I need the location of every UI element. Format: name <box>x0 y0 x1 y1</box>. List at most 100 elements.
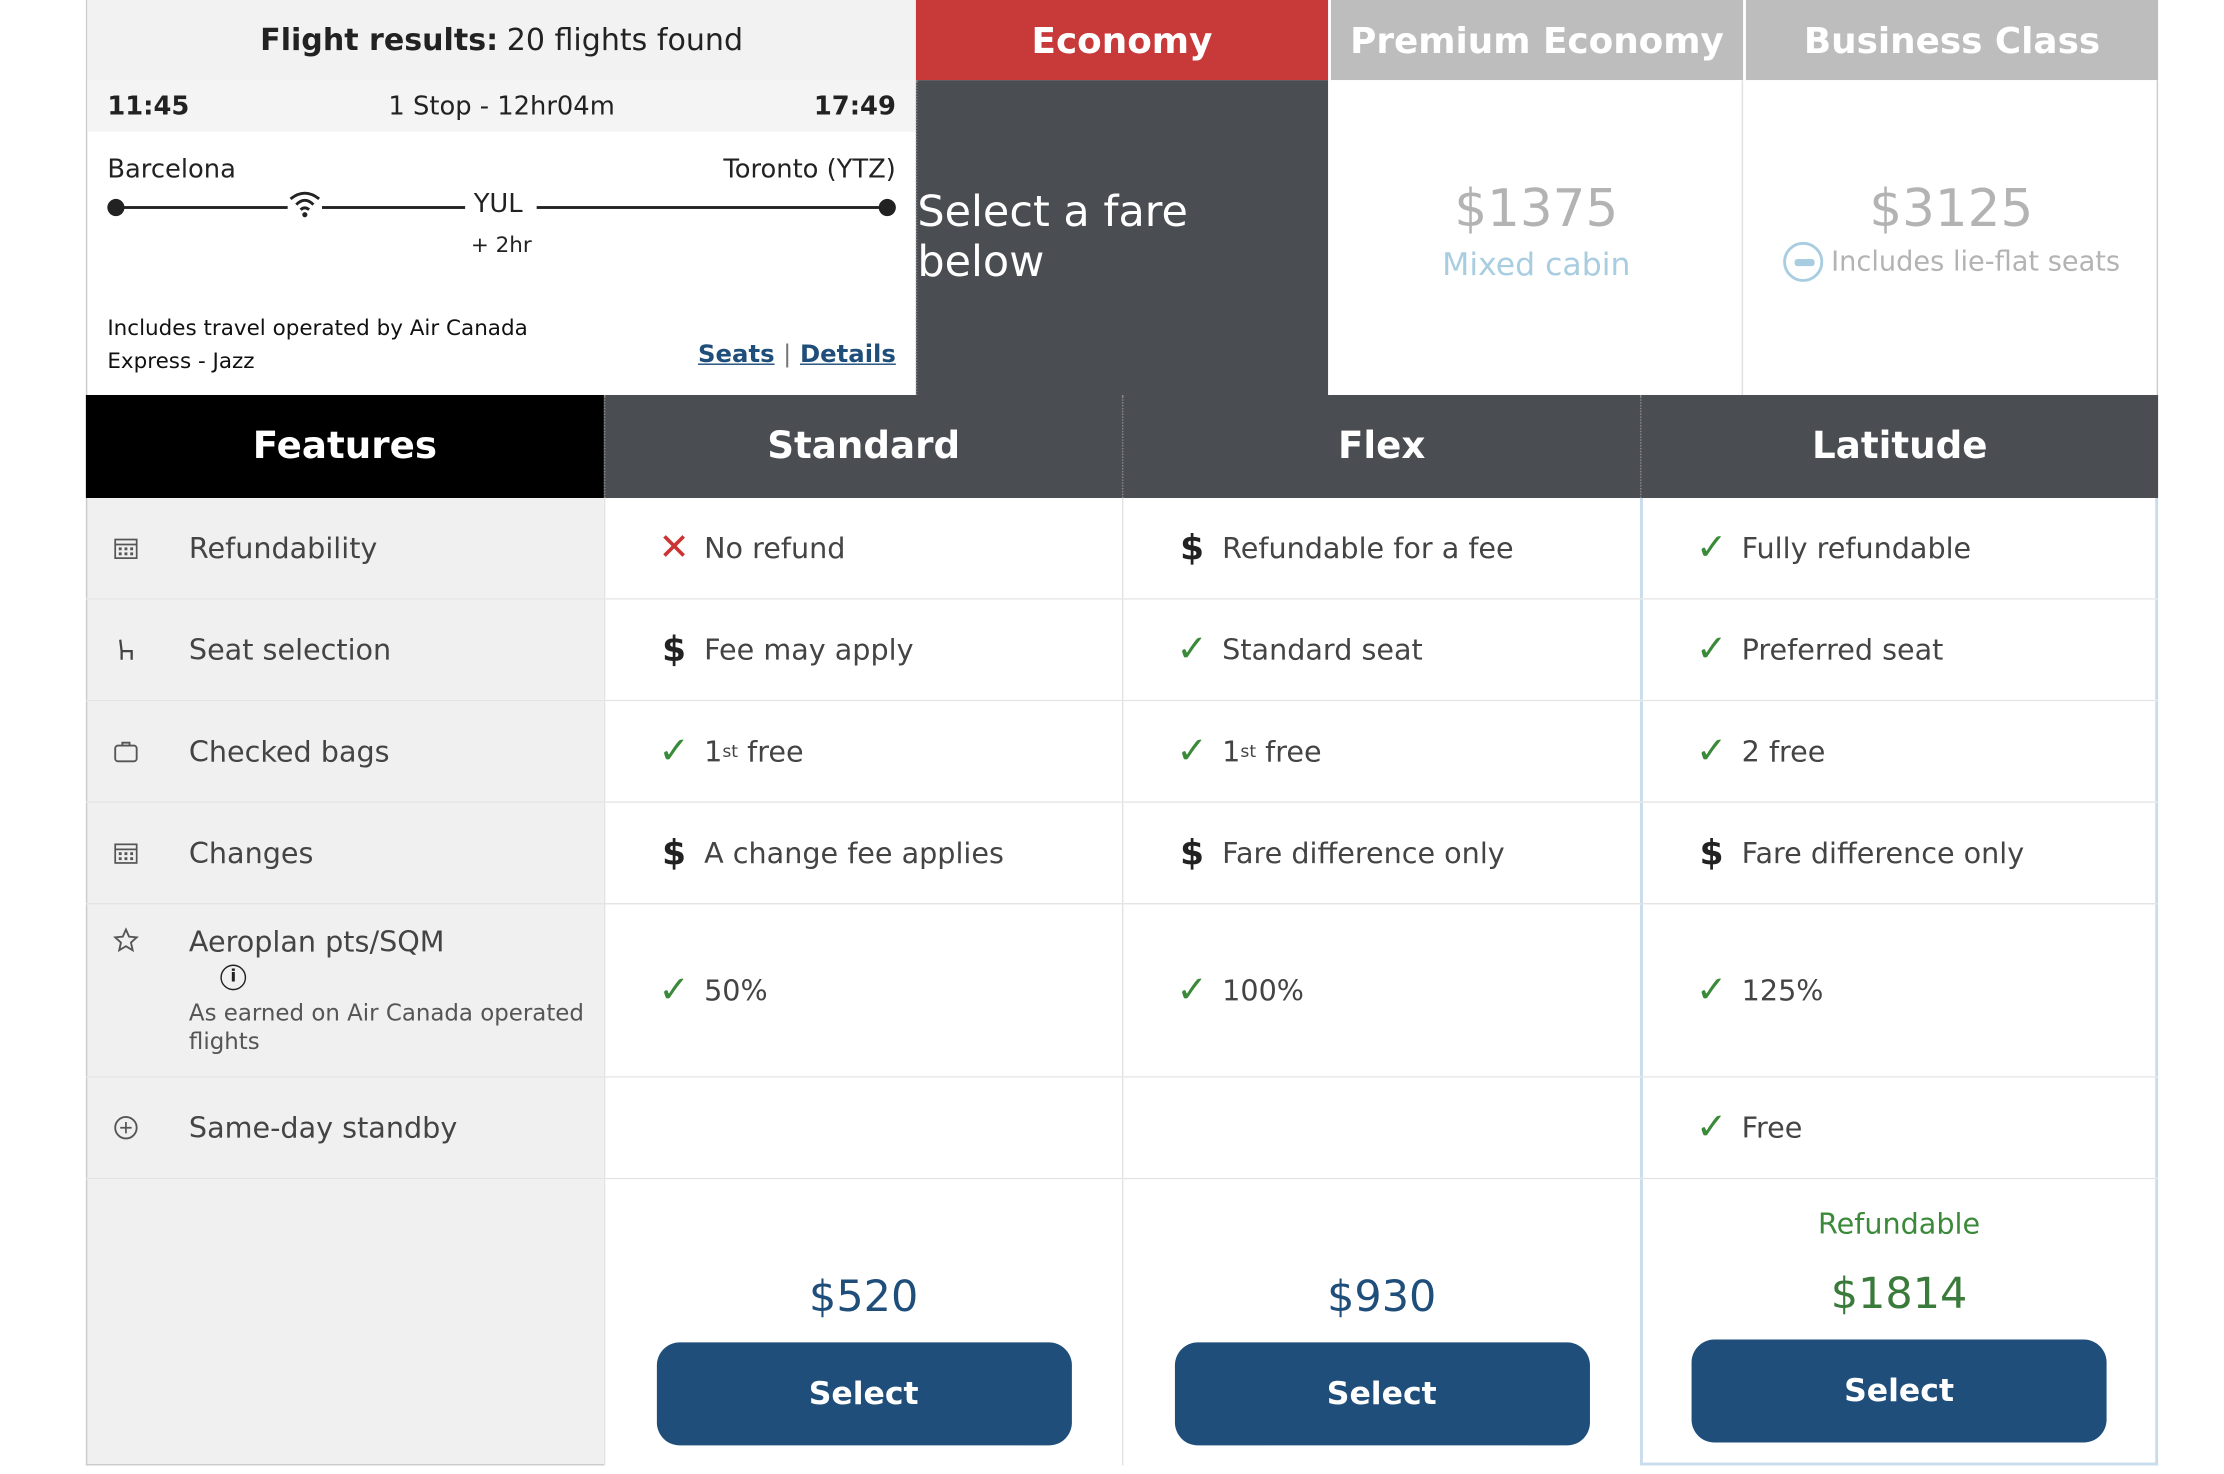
bag-icon <box>113 738 139 764</box>
cell-text: 1 <box>704 734 723 769</box>
results-label: Flight results: <box>260 22 499 58</box>
cell-text: Refundable for a fee <box>1222 530 1514 566</box>
flex-cell: ✓ Standard seat <box>1121 599 1641 700</box>
standard-cell: $ Fee may apply <box>603 599 1122 700</box>
header-latitude: Latitude <box>1640 394 2159 499</box>
feature-row: Aeroplan pts/SQM i As earned on Air Canada… <box>85 904 2159 1078</box>
standard-cell: ✓ 1st free <box>603 701 1122 802</box>
cell-text: 100% <box>1222 973 1305 1008</box>
cell-superscript: st <box>722 741 739 762</box>
feature-row: Refundability ✕ No refund $ Refundable for a… <box>85 498 2159 600</box>
header-standard: Standard <box>603 394 1122 499</box>
star-icon <box>113 927 139 953</box>
fare-table-body: Refundability ✕ No refund $ Refundable for a… <box>85 498 2159 1180</box>
check-icon: ✓ <box>1695 729 1728 773</box>
cell-text: Fully refundable <box>1741 530 1972 566</box>
standby-icon <box>113 1115 139 1141</box>
feature-row: Seat selection $ Fee may apply ✓ Standard se… <box>85 599 2159 702</box>
cell-text: Preferred seat <box>1741 632 1944 667</box>
cell-text-rest: free <box>1256 734 1322 769</box>
tab-business-class[interactable]: Business Class <box>1745 0 2159 81</box>
premium-economy-panel[interactable]: $1375 Mixed cabin <box>1330 80 1744 395</box>
connection-offset: + 2hr <box>470 231 532 258</box>
dollar-icon: $ <box>1180 528 1205 569</box>
operated-by: Includes travel operated by Air Canada E… <box>107 314 528 374</box>
feature-label-cell: Changes <box>85 802 604 904</box>
info-icon[interactable]: i <box>220 964 247 991</box>
standard-cell: ✓ 50% <box>603 904 1122 1077</box>
stops-duration: 1 Stop - 12hr04m <box>388 90 615 121</box>
latitude-price-cell: Refundable $1814 Select <box>1640 1179 2159 1466</box>
feature-row: Same-day standby ✓ Free <box>85 1077 2159 1180</box>
standard-price: $520 <box>809 1272 919 1323</box>
fare-selection-page: Flight results: 20 flights found 11:45 1… <box>0 0 2224 1474</box>
cell-text: 50% <box>704 973 768 1008</box>
latitude-refundable-tag: Refundable <box>1818 1206 1981 1241</box>
business-price: $3125 <box>1869 180 2034 239</box>
feature-row: Changes $ A change fee applies $ Fare differ… <box>85 802 2159 905</box>
latitude-cell: ✓ Preferred seat <box>1640 599 2159 700</box>
cross-icon: ✕ <box>658 526 690 570</box>
seats-link[interactable]: Seats <box>698 341 775 370</box>
route-line <box>115 206 288 209</box>
standard-cell <box>603 1077 1122 1178</box>
tab-economy[interactable]: Economy <box>915 0 1329 81</box>
feature-name: Changes <box>188 835 314 871</box>
origin-city: Barcelona <box>107 154 236 185</box>
feature-name: Checked bags <box>188 734 390 769</box>
cell-text: 1 <box>1222 734 1241 769</box>
cell-text: A change fee applies <box>704 835 1004 871</box>
standard-price-cell: $520 Select <box>603 1179 1122 1466</box>
latitude-cell: ✓ 2 free <box>1640 701 2159 802</box>
feature-label-cell: Refundability <box>85 498 604 599</box>
flex-price-cell: $930 Select <box>1121 1179 1641 1466</box>
feature-label-cell: Seat selection <box>85 599 604 700</box>
seat-icon <box>113 637 139 663</box>
results-bar: Flight results: 20 flights found <box>87 0 916 81</box>
check-icon: ✓ <box>1176 628 1208 672</box>
lie-flat-label: Includes lie-flat seats <box>1831 246 2121 278</box>
cell-text: No refund <box>704 530 846 566</box>
business-class-panel[interactable]: $3125 Includes lie-flat seats <box>1745 80 2159 395</box>
feature-row: Checked bags ✓ 1st free ✓ 1st free ✓ 2 free <box>85 701 2159 803</box>
business-note: Includes lie-flat seats <box>1746 241 2157 282</box>
feature-name: Refundability <box>188 530 378 566</box>
latitude-cell: ✓ Free <box>1640 1077 2159 1178</box>
flex-cell: $ Fare difference only <box>1121 802 1641 904</box>
cell-text: 125% <box>1741 973 1824 1008</box>
check-icon: ✓ <box>658 968 690 1012</box>
check-icon: ✓ <box>658 729 690 773</box>
header-features: Features <box>85 394 604 499</box>
cell-text: 2 free <box>1741 734 1826 769</box>
standard-cell: $ A change fee applies <box>603 802 1122 904</box>
cell-text: Fare difference only <box>1741 835 2025 871</box>
destination-dot <box>878 198 896 217</box>
feature-text-group: Aeroplan pts/SQM i As earned on Air Canada… <box>189 924 604 1056</box>
select-flex-button[interactable]: Select <box>1174 1342 1590 1446</box>
calendar-icon <box>113 840 139 866</box>
cell-text: Standard seat <box>1222 632 1423 667</box>
select-fare-prompt: Select a fare below <box>917 187 1188 288</box>
price-row: $520 Select $930 Select Refundable $1814… <box>85 1179 2159 1466</box>
select-latitude-button[interactable]: Select <box>1691 1339 2107 1443</box>
standard-cell: ✕ No refund <box>603 498 1122 599</box>
latitude-cell: $ Fare difference only <box>1640 802 2159 904</box>
connection-airport: YUL <box>473 188 523 219</box>
details-link[interactable]: Details <box>800 341 896 370</box>
dollar-icon: $ <box>662 629 686 670</box>
check-icon: ✓ <box>1695 1106 1728 1150</box>
economy-prompt: Select a fare below <box>915 80 1329 395</box>
feature-subtext: As earned on Air Canada operated flights <box>188 998 584 1055</box>
tab-premium-economy[interactable]: Premium Economy <box>1330 0 1744 81</box>
times-bar: 11:45 1 Stop - 12hr04m 17:49 <box>87 80 916 132</box>
premium-note: Mixed cabin <box>1442 247 1631 284</box>
price-row-label <box>85 1179 604 1466</box>
select-standard-button[interactable]: Select <box>656 1342 1072 1446</box>
feature-label-cell: Checked bags <box>85 701 604 802</box>
route-diagram: Barcelona Toronto (YTZ) YUL + 2hr Includ… <box>87 132 916 395</box>
check-icon: ✓ <box>1695 968 1728 1012</box>
check-icon: ✓ <box>1695 628 1728 672</box>
check-icon: ✓ <box>1695 526 1728 570</box>
flex-cell: $ Refundable for a fee <box>1121 498 1641 599</box>
flight-card: Flight results: 20 flights found 11:45 1… <box>85 0 916 395</box>
